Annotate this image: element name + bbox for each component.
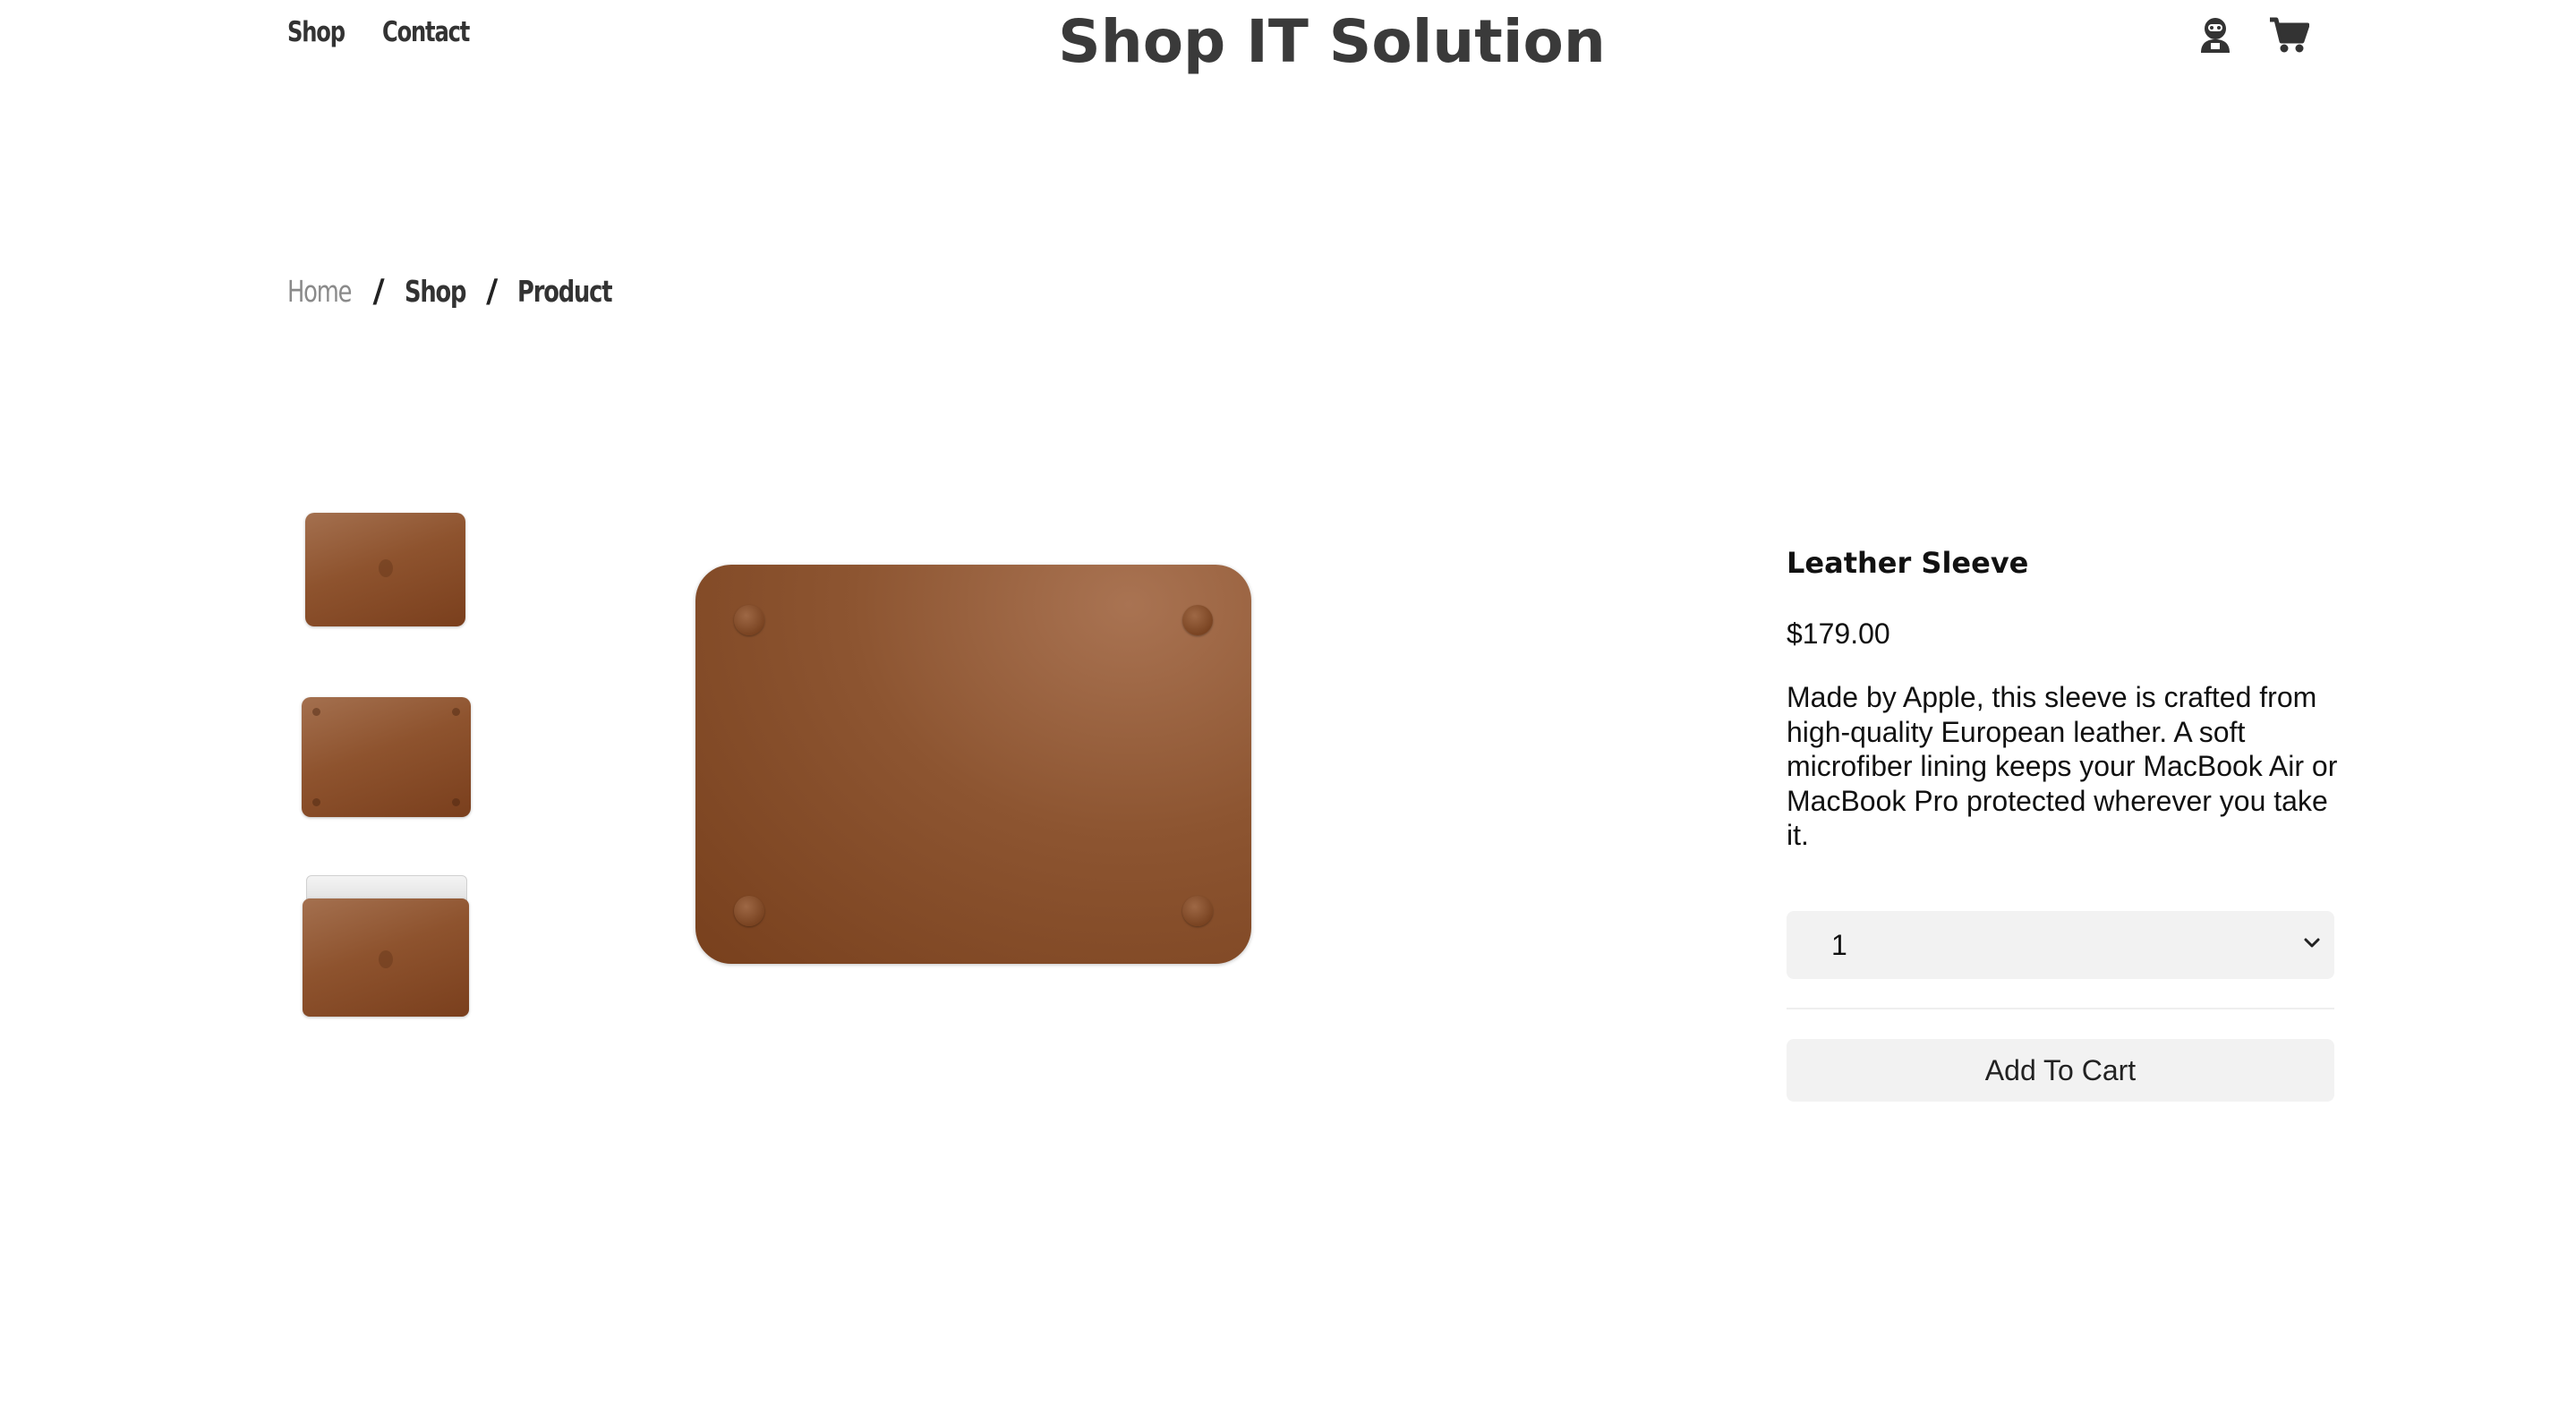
breadcrumb-home-link[interactable]: Home xyxy=(287,274,353,309)
leather-sleeve-bottom-view xyxy=(695,565,1251,964)
apple-logo-mark xyxy=(379,559,393,577)
sleeve-foot-dot xyxy=(312,798,320,806)
sleeve-foot xyxy=(1182,605,1213,635)
product-description: Made by Apple, this sleeve is crafted fr… xyxy=(1787,681,2338,851)
product-price: $179.00 xyxy=(1787,617,1890,650)
leather-sleeve-top-thumbnail[interactable] xyxy=(305,513,465,626)
breadcrumb: Home / Shop / Product xyxy=(287,273,622,310)
breadcrumb-separator: / xyxy=(486,273,499,310)
user-icon[interactable] xyxy=(2195,14,2236,55)
sleeve-body xyxy=(303,898,469,1017)
quantity-select[interactable]: 1 xyxy=(1787,911,2334,979)
site-brand-title[interactable]: Shop IT Solution xyxy=(0,7,2576,76)
breadcrumb-shop-link[interactable]: Shop xyxy=(405,274,466,309)
leather-sleeve-with-laptop-thumbnail[interactable] xyxy=(303,875,469,1017)
cart-icon[interactable] xyxy=(2268,14,2309,55)
breadcrumb-separator: / xyxy=(372,273,385,310)
apple-logo-mark xyxy=(379,950,393,968)
sleeve-foot-dot xyxy=(312,708,320,716)
product-name: Leather Sleeve xyxy=(1787,546,2029,580)
sleeve-foot-dot xyxy=(452,798,460,806)
quantity-selected-value: 1 xyxy=(1831,929,1847,961)
leather-sleeve-bottom-thumbnail[interactable] xyxy=(302,697,471,817)
sleeve-foot xyxy=(734,896,764,926)
sleeve-foot xyxy=(734,605,764,635)
breadcrumb-current-product: Product xyxy=(517,274,613,309)
chevron-down-icon xyxy=(2302,932,2322,957)
add-to-cart-button[interactable]: Add To Cart xyxy=(1787,1039,2334,1102)
header-actions xyxy=(2195,14,2309,55)
divider xyxy=(1787,1008,2334,1009)
sleeve-foot xyxy=(1182,896,1213,926)
product-page: Shop Contact Shop IT Solution Home / Sho… xyxy=(0,0,2576,1405)
sleeve-foot-dot xyxy=(452,708,460,716)
